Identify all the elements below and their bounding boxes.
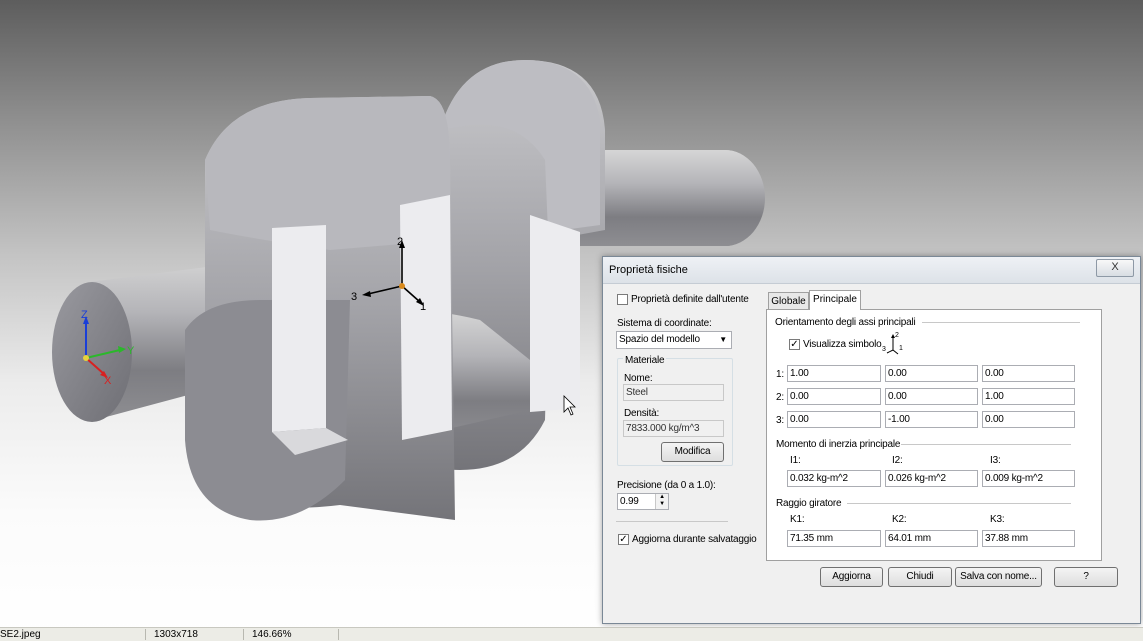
gyration-k3-field[interactable]: 37.88 mm <box>982 530 1075 547</box>
material-group-title: Materiale <box>623 355 667 366</box>
gyration-k2-field[interactable]: 64.01 mm <box>885 530 978 547</box>
moment-separator <box>901 444 1071 445</box>
precision-label: Precisione (da 0 a 1.0): <box>617 480 716 491</box>
z-axis-label: Z <box>81 309 88 321</box>
precision-spinner[interactable]: 0.99 ▲ ▼ <box>617 493 669 510</box>
gyration-title: Raggio giratore <box>776 498 842 509</box>
coord-system-select[interactable]: Spazio del modello ▼ <box>616 331 732 349</box>
gyration-k2-label: K2: <box>892 514 907 525</box>
tab-principal[interactable]: Principale <box>809 290 861 310</box>
dialog-titlebar[interactable]: Proprietà fisiche X <box>603 257 1140 284</box>
moment-i2-field[interactable]: 0.026 kg-m^2 <box>885 470 978 487</box>
close-button[interactable]: Chiudi <box>888 567 952 587</box>
svg-text:2: 2 <box>895 332 899 339</box>
row-3-label: 3: <box>776 415 784 426</box>
moment-i2-label: I2: <box>892 455 903 466</box>
status-divider <box>338 629 339 640</box>
gyration-k3-label: K3: <box>990 514 1005 525</box>
orientation-2-3[interactable]: 1.00 <box>982 388 1075 405</box>
chevron-down-icon: ▼ <box>719 335 727 344</box>
orientation-3-3[interactable]: 0.00 <box>982 411 1075 428</box>
orientation-1-3[interactable]: 0.00 <box>982 365 1075 382</box>
save-as-button[interactable]: Salva con nome... <box>955 567 1042 587</box>
coord-system-value: Spazio del modello <box>619 334 700 345</box>
moment-i3-label: I3: <box>990 455 1001 466</box>
material-name-field: Steel <box>623 384 724 401</box>
update-on-save-checkbox[interactable]: ✓ <box>618 534 629 545</box>
orientation-separator <box>922 322 1080 323</box>
density-field: 7833.000 kg/m^3 <box>623 420 724 437</box>
coord-system-label: Sistema di coordinate: <box>617 318 712 329</box>
orientation-1-2[interactable]: 0.00 <box>885 365 978 382</box>
show-symbol-label: Visualizza simbolo <box>803 339 882 350</box>
update-button[interactable]: Aggiorna <box>820 567 883 587</box>
dialog-title: Proprietà fisiche <box>609 264 688 276</box>
help-button[interactable]: ? <box>1054 567 1118 587</box>
row-1-label: 1: <box>776 369 784 380</box>
gyration-k1-field[interactable]: 71.35 mm <box>787 530 881 547</box>
principal-axis-2-label: 2 <box>397 236 403 248</box>
spinner-arrows-icon[interactable]: ▲ ▼ <box>655 494 668 509</box>
status-zoom: 146.66% <box>252 629 292 640</box>
orientation-2-2[interactable]: 0.00 <box>885 388 978 405</box>
row-2-label: 2: <box>776 392 784 403</box>
y-axis-label: Y <box>127 345 135 357</box>
moment-i1-label: I1: <box>790 455 801 466</box>
update-on-save-label: Aggiorna durante salvataggio <box>632 534 757 545</box>
orientation-title: Orientamento degli assi principali <box>775 317 916 328</box>
orientation-2-1[interactable]: 0.00 <box>787 388 881 405</box>
density-label: Densità: <box>624 408 660 419</box>
tab-global[interactable]: Globale <box>768 292 809 310</box>
separator <box>616 521 728 522</box>
tab-joint <box>810 308 860 311</box>
name-label: Nome: <box>624 373 653 384</box>
moment-title: Momento di inerzia principale <box>776 439 901 450</box>
status-filename: SE2.jpeg <box>0 629 41 640</box>
moment-i1-field[interactable]: 0.032 kg-m^2 <box>787 470 881 487</box>
status-divider <box>243 629 244 640</box>
svg-text:1: 1 <box>899 345 903 352</box>
orientation-3-2[interactable]: -1.00 <box>885 411 978 428</box>
status-dimensions: 1303x718 <box>154 629 198 640</box>
user-defined-label: Proprietà definite dall'utente <box>631 294 749 305</box>
modify-button[interactable]: Modifica <box>661 442 724 462</box>
svg-text:3: 3 <box>882 346 886 353</box>
user-defined-checkbox[interactable] <box>617 294 628 305</box>
gyration-separator <box>847 503 1071 504</box>
orientation-1-1[interactable]: 1.00 <box>787 365 881 382</box>
principal-axis-3-label: 3 <box>351 291 357 303</box>
status-bar: SE2.jpeg 1303x718 146.66% <box>0 627 1143 641</box>
status-divider <box>145 629 146 640</box>
moment-i3-field[interactable]: 0.009 kg-m^2 <box>982 470 1075 487</box>
principal-axis-1-label: 1 <box>420 301 426 313</box>
show-symbol-checkbox[interactable]: ✓ <box>789 339 800 350</box>
orientation-3-1[interactable]: 0.00 <box>787 411 881 428</box>
x-axis-label: X <box>104 375 112 387</box>
precision-value: 0.99 <box>620 496 639 507</box>
axes-symbol-icon: 2 3 1 <box>882 332 903 355</box>
gyration-k1-label: K1: <box>790 514 805 525</box>
close-icon[interactable]: X <box>1096 259 1134 277</box>
